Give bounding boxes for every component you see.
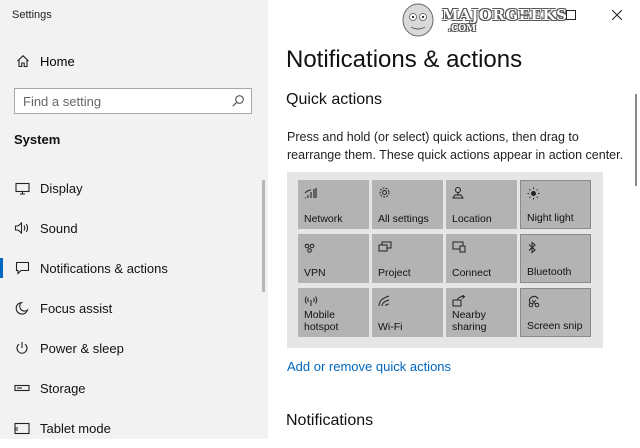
sidebar-scrollbar[interactable] [262, 180, 265, 292]
tile-mobile-hotspot[interactable]: Mobile hotspot [298, 288, 369, 337]
tile-label: Location [452, 213, 492, 225]
app-title: Settings [12, 9, 52, 21]
storage-icon [13, 383, 31, 393]
tile-nearby-sharing[interactable]: Nearby sharing [446, 288, 517, 337]
tile-label: Wi-Fi [378, 321, 403, 333]
sidebar-item-tablet-mode[interactable]: Tablet mode [0, 408, 268, 448]
home-label: Home [40, 53, 75, 69]
tile-project[interactable]: Project [372, 234, 443, 283]
sun-icon [527, 187, 540, 205]
tile-label: Night light [527, 212, 574, 224]
sidebar-item-storage[interactable]: Storage [0, 368, 268, 408]
page-title: Notifications & actions [286, 46, 523, 73]
minimize-icon [520, 14, 530, 16]
tile-vpn[interactable]: VPN [298, 234, 369, 283]
sidebar-item-label: Notifications & actions [40, 260, 168, 276]
project-icon [378, 240, 392, 258]
tile-label: Network [304, 213, 343, 225]
notifications-heading: Notifications [286, 412, 374, 429]
tile-label: Nearby sharing [452, 309, 487, 333]
tile-wifi[interactable]: Wi-Fi [372, 288, 443, 337]
tile-label: Bluetooth [527, 266, 572, 278]
location-icon [452, 186, 464, 204]
close-button[interactable] [594, 0, 640, 30]
tile-label: Connect [452, 267, 492, 279]
tile-network[interactable]: Network [298, 180, 369, 229]
sidebar-item-label: Display [40, 180, 83, 196]
tablet-icon [13, 422, 31, 435]
sidebar-item-label: Tablet mode [40, 420, 111, 436]
sidebar-item-display[interactable]: Display [0, 168, 268, 208]
speaker-icon [13, 221, 31, 235]
tile-label: Screen snip [527, 320, 583, 332]
bluetooth-icon [527, 241, 537, 259]
tile-connect[interactable]: Connect [446, 234, 517, 283]
screen-snip-icon [527, 295, 541, 313]
search-input[interactable] [23, 89, 223, 113]
sidebar-item-label: Storage [40, 380, 86, 396]
tile-location[interactable]: Location [446, 180, 517, 229]
home-icon [14, 54, 32, 68]
tile-label: All settings [378, 213, 429, 225]
tile-bluetooth[interactable]: Bluetooth [520, 234, 591, 283]
close-icon [612, 10, 622, 20]
tile-label: Mobile hotspot [304, 309, 339, 333]
tile-label: Project [378, 267, 411, 279]
gear-icon [378, 186, 391, 204]
sidebar-item-power-sleep[interactable]: Power & sleep [0, 328, 268, 368]
sidebar-item-sound[interactable]: Sound [0, 208, 268, 248]
vpn-icon [304, 240, 318, 258]
maximize-icon [566, 10, 576, 20]
section-system: System [14, 132, 61, 147]
maximize-button[interactable] [548, 0, 594, 30]
window-controls [502, 0, 640, 30]
tile-all-settings[interactable]: All settings [372, 180, 443, 229]
watermark-subtext: .COM [448, 24, 477, 34]
quick-actions-grid: Network All settings Location Night ligh… [287, 172, 603, 348]
watermark-mascot-icon [402, 3, 434, 37]
sidebar-item-label: Sound [40, 220, 78, 236]
wifi-icon [378, 294, 391, 312]
sidebar-item-label: Focus assist [40, 300, 113, 316]
quick-actions-heading: Quick actions [286, 91, 383, 108]
tile-screen-snip[interactable]: Screen snip [520, 288, 591, 337]
main-scrollbar[interactable] [635, 94, 637, 186]
tile-label: VPN [304, 267, 326, 279]
sidebar-item-focus-assist[interactable]: Focus assist [0, 288, 268, 328]
network-icon [304, 186, 318, 204]
notification-icon [13, 261, 31, 275]
moon-icon [13, 301, 31, 315]
add-remove-quick-actions-link[interactable]: Add or remove quick actions [287, 359, 451, 374]
search-icon[interactable] [231, 94, 245, 113]
sidebar-item-label: Power & sleep [40, 340, 124, 356]
sidebar-item-home[interactable]: Home [0, 46, 268, 76]
quick-actions-description: Press and hold (or select) quick actions… [287, 130, 624, 162]
display-icon [13, 182, 31, 195]
sidebar: Settings Home System Display Sound [0, 0, 268, 439]
sidebar-item-notifications[interactable]: Notifications & actions [0, 248, 268, 288]
sidebar-nav: Display Sound Notifications & actions Fo… [0, 168, 268, 448]
connect-icon [452, 240, 466, 258]
search-box [14, 88, 252, 114]
power-icon [13, 341, 31, 355]
minimize-button[interactable] [502, 0, 548, 30]
tile-night-light[interactable]: Night light [520, 180, 591, 229]
